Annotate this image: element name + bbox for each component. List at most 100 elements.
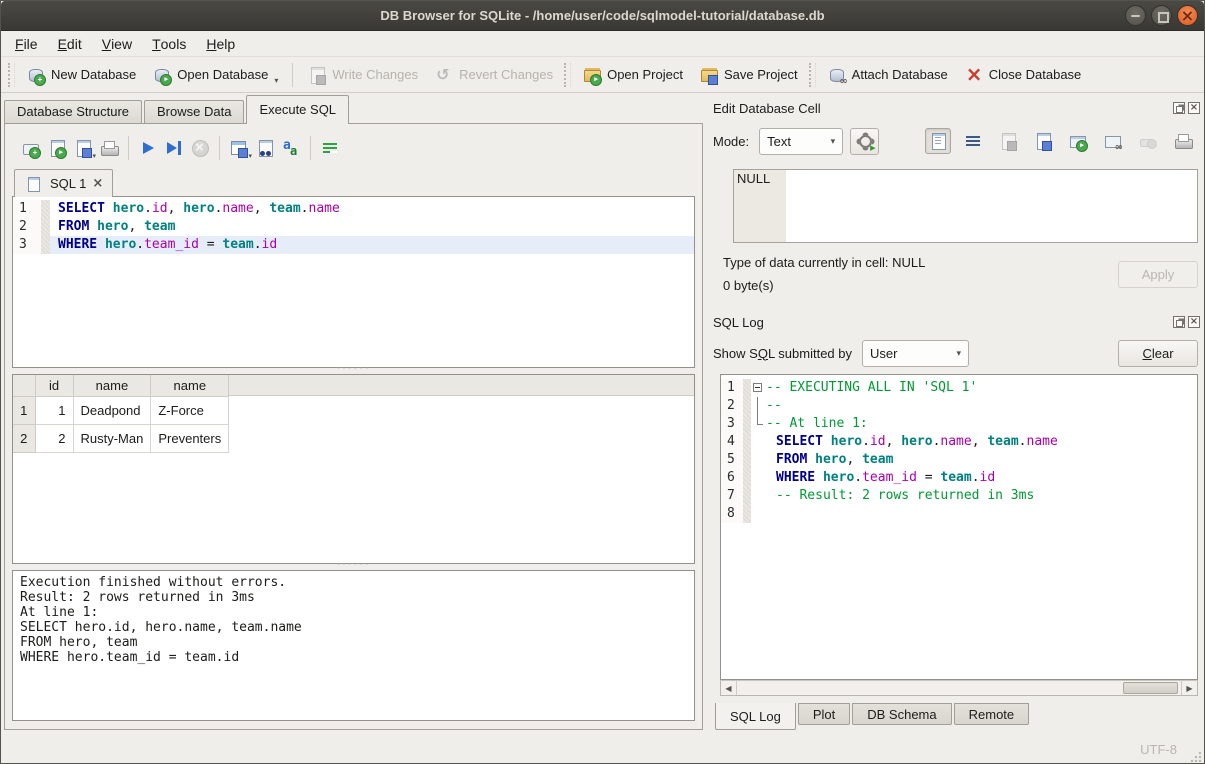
dock-tab-db-schema[interactable]: DB Schema [852, 703, 951, 725]
import-data-button[interactable] [1030, 128, 1056, 154]
write-changes-label: Write Changes [332, 67, 418, 82]
scrollbar-thumb[interactable] [1123, 682, 1178, 694]
sql-editor[interactable]: 1SELECT hero.id, hero.name, team.name2FR… [12, 196, 695, 368]
menu-view[interactable]: View [92, 31, 142, 56]
toolbar-handle[interactable] [8, 63, 15, 87]
cell-editor-toolbar [925, 128, 1196, 154]
print-cell-button[interactable] [1170, 128, 1196, 154]
app-window: DB Browser for SQLite - /home/user/code/… [0, 0, 1205, 764]
text-document-button[interactable] [925, 128, 951, 154]
code-line-5: 5FROM hero, team [721, 451, 1197, 469]
row-header[interactable]: 2 [13, 424, 35, 452]
sql-doc-tab-close-icon[interactable]: × [92, 177, 103, 190]
splitter-handle[interactable] [12, 564, 695, 570]
code-text: -- Result: 2 rows returned in 3ms [766, 487, 1197, 505]
column-header-name[interactable]: name [151, 375, 229, 396]
attach-database-button[interactable]: Attach Database [819, 61, 956, 89]
close-button[interactable] [1177, 5, 1198, 26]
save-project-button[interactable]: Save Project [691, 61, 806, 89]
word-wrap-button[interactable] [317, 135, 343, 161]
column-header-name[interactable]: name [73, 375, 151, 396]
save-results-button[interactable]: ▾ [226, 135, 252, 161]
dock-tab-plot[interactable]: Plot [798, 703, 850, 725]
menu-edit[interactable]: Edit [48, 31, 92, 56]
log-source-select[interactable]: User ▾ [862, 340, 969, 367]
tab-execute-sql[interactable]: Execute SQL [246, 95, 349, 124]
remove-data-icon [1138, 131, 1158, 151]
column-header-id[interactable]: id [35, 375, 73, 396]
menu-tools[interactable]: Tools [142, 31, 196, 56]
cell[interactable]: Deadpond [73, 396, 151, 424]
dock-tab-sql-log[interactable]: SQL Log [715, 703, 796, 730]
new-sql-tab-button[interactable] [18, 135, 44, 161]
toolbar-handle[interactable] [809, 63, 816, 87]
code-line-7: 7 -- Result: 2 rows returned in 3ms [721, 487, 1197, 505]
log-horizontal-scrollbar[interactable]: ◀ ▶ [720, 680, 1198, 696]
close-panel-icon[interactable] [1188, 102, 1200, 114]
cell-value-editor[interactable]: NULL [733, 169, 1198, 243]
write-changes-button: Write Changes [299, 61, 426, 89]
scroll-right-icon[interactable]: ▶ [1181, 681, 1197, 695]
sql-doc-tab[interactable]: SQL 1 × [14, 169, 113, 197]
copy-link-button[interactable] [1100, 128, 1126, 154]
scrollbar-track[interactable] [737, 681, 1181, 695]
mode-select[interactable]: Text ▾ [759, 128, 843, 155]
wrap-lines-button[interactable] [960, 128, 986, 154]
title-bar[interactable]: DB Browser for SQLite - /home/user/code/… [1, 1, 1204, 31]
line-number: 7 [721, 487, 743, 505]
cell-settings-button[interactable] [850, 128, 879, 155]
execute-all-button[interactable] [135, 135, 161, 161]
row-header[interactable]: 1 [13, 396, 35, 424]
menu-help[interactable]: Help [196, 31, 245, 56]
fold-margin [751, 469, 766, 487]
cell[interactable]: Rusty-Man [73, 424, 151, 452]
menu-file[interactable]: File [5, 31, 48, 56]
float-panel-icon[interactable] [1173, 316, 1185, 328]
fold-margin[interactable] [751, 379, 766, 397]
clear-log-button[interactable]: Clear [1118, 340, 1198, 367]
cell[interactable]: 2 [35, 424, 73, 452]
save-sql-file-button[interactable]: ▾ [70, 135, 96, 161]
tab-browse-data[interactable]: Browse Data [144, 100, 244, 123]
open-project-button[interactable]: Open Project [574, 61, 691, 89]
execute-current-line-button[interactable] [161, 135, 187, 161]
right-pane: Edit Database Cell Mode: Text ▾ [706, 93, 1205, 734]
toolbar-handle[interactable] [564, 63, 571, 87]
close-database-button[interactable]: Close Database [956, 61, 1090, 89]
gutter-strip [743, 487, 751, 505]
scroll-left-icon[interactable]: ◀ [721, 681, 737, 695]
sql-log-view: 1-- EXECUTING ALL IN 'SQL 1'2--3-- At li… [720, 374, 1198, 696]
dock-tab-remote[interactable]: Remote [954, 703, 1030, 725]
stop-button [187, 135, 213, 161]
new-database-button[interactable]: New Database [18, 61, 144, 89]
text-document-icon [928, 131, 948, 151]
fold-collapse-icon[interactable] [753, 383, 762, 392]
line-number: 2 [13, 218, 41, 236]
cell[interactable]: Z-Force [151, 396, 229, 424]
chevron-down-icon: ▾ [831, 136, 836, 147]
cell[interactable]: Preventers [151, 424, 229, 452]
open-database-button[interactable]: Open Database▾ [144, 61, 286, 89]
tab-database-structure[interactable]: Database Structure [4, 100, 142, 123]
print-icon [99, 138, 119, 158]
open-sql-file-button[interactable] [44, 135, 70, 161]
dropdown-caret-icon[interactable]: ▾ [274, 76, 278, 85]
export-window-button[interactable] [1065, 128, 1091, 154]
toolbar-separator [219, 136, 220, 160]
auto-format-button[interactable] [278, 135, 304, 161]
minimize-button[interactable] [1125, 5, 1146, 26]
float-panel-icon[interactable] [1173, 102, 1185, 114]
print-button[interactable] [96, 135, 122, 161]
cell-info-row: Type of data currently in cell: NULL 0 b… [723, 255, 1198, 307]
sql-log-content[interactable]: 1-- EXECUTING ALL IN 'SQL 1'2--3-- At li… [720, 374, 1198, 680]
line-number: 8 [721, 505, 743, 523]
fold-margin [751, 451, 766, 469]
find-button[interactable] [252, 135, 278, 161]
maximize-button[interactable] [1151, 5, 1172, 26]
close-panel-icon[interactable] [1188, 316, 1200, 328]
cell[interactable]: 1 [35, 396, 73, 424]
results-grid[interactable]: idnamename11DeadpondZ-Force22Rusty-ManPr… [12, 374, 695, 564]
write-changes-icon [307, 65, 327, 85]
execution-message-box[interactable]: Execution finished without errors. Resul… [12, 570, 695, 721]
gear-icon [855, 131, 875, 151]
